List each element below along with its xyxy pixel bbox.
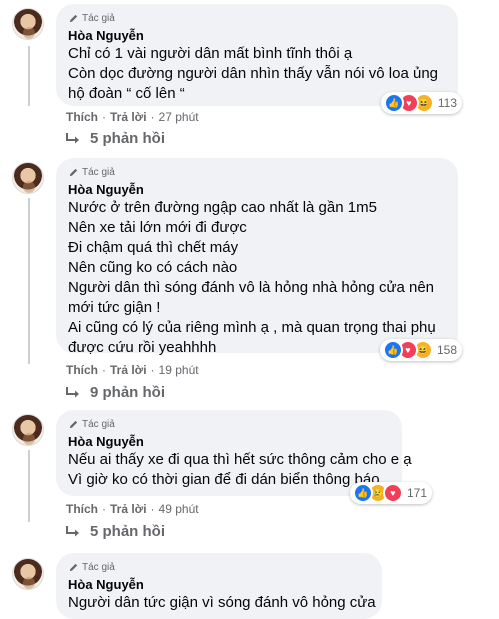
author-badge: Tác giả — [68, 12, 446, 25]
separator-dot: · — [150, 110, 155, 124]
comment-text-line: mới tức giận ! — [68, 299, 161, 316]
comment-actions: Thích · Trả lời · 19 phút — [66, 363, 199, 377]
separator-dot: · — [102, 363, 106, 377]
comment-bubble: Tác giả Hòa Nguyễn Người dân tức giận vì… — [56, 553, 382, 619]
avatar[interactable] — [12, 162, 44, 194]
thread-line — [28, 198, 30, 364]
author-badge: Tác giả — [68, 561, 370, 574]
author-name[interactable]: Hòa Nguyễn — [68, 182, 446, 198]
comment-bubble: Tác giả Hòa Nguyễn Nếu ai thấy xe đi qua… — [56, 410, 432, 504]
reply-arrow-icon — [66, 525, 79, 536]
reply-arrow-icon — [66, 132, 79, 143]
view-replies-button[interactable]: 5 phản hồi — [65, 523, 165, 540]
reaction-summary[interactable]: 👍 ♥ 😆 158 — [379, 339, 462, 361]
like-icon: 👍 — [383, 93, 404, 113]
pen-icon — [69, 168, 78, 177]
thread-line — [28, 46, 30, 106]
like-button[interactable]: Thích — [66, 110, 98, 124]
avatar[interactable] — [12, 8, 44, 40]
reply-button[interactable]: Trả lời — [110, 110, 147, 124]
author-name[interactable]: Hòa Nguyễn — [68, 28, 446, 44]
avatar[interactable] — [12, 558, 44, 590]
love-icon: ♥ — [382, 483, 403, 503]
separator-dot: · — [150, 363, 155, 377]
comment-text-line: Người dân thì sóng đánh vô là hỏng nhà h… — [68, 279, 435, 296]
reaction-summary[interactable]: 👍 ♥ 😆 113 — [380, 92, 462, 114]
comment-text-line: Người dân tức giận vì sóng đánh vô hỏng … — [68, 594, 376, 611]
like-icon: 👍 — [382, 340, 403, 360]
timestamp[interactable]: 27 phút — [159, 110, 199, 124]
view-replies-button[interactable]: 9 phản hồi — [65, 384, 165, 401]
reaction-count: 158 — [436, 343, 457, 357]
view-replies-button[interactable]: 5 phản hồi — [65, 130, 165, 147]
comment-text-line: Ai cũng có lý của riêng mình ạ , mà quan… — [68, 319, 436, 336]
separator-dot: · — [102, 110, 106, 124]
reply-arrow-icon — [66, 386, 79, 397]
pen-icon — [69, 14, 78, 23]
reply-button[interactable]: Trả lời — [110, 502, 147, 516]
replies-count-label: 9 phản hồi — [90, 384, 165, 401]
comment-text-line: Chỉ có 1 vài người dân mất bình tĩnh thô… — [68, 45, 353, 62]
like-button[interactable]: Thích — [66, 363, 98, 377]
timestamp[interactable]: 19 phút — [159, 363, 199, 377]
comment-actions: Thích · Trả lời · 49 phút — [66, 502, 199, 516]
pen-icon — [69, 563, 78, 572]
replies-count-label: 5 phản hồi — [90, 523, 165, 540]
author-badge: Tác giả — [68, 418, 390, 431]
separator-dot: · — [102, 502, 106, 516]
comment-text-line: Đi chậm quá thì chết máy — [68, 239, 239, 256]
like-icon: 👍 — [352, 483, 373, 503]
replies-count-label: 5 phản hồi — [90, 130, 165, 147]
reply-button[interactable]: Trả lời — [110, 363, 147, 377]
comment-text-line: Còn dọc đường người dân nhìn thấy vẫn nó… — [68, 65, 439, 82]
comment-bubble: Tác giả Hòa Nguyễn Chỉ có 1 vài người dâ… — [56, 4, 462, 114]
comment-text-line: Nên xe tải lớn mới đi được — [68, 219, 247, 236]
like-button[interactable]: Thích — [66, 502, 98, 516]
comment-bubble: Tác giả Hòa Nguyễn Nước ở trên đường ngậ… — [56, 158, 462, 361]
author-badge-label: Tác giả — [82, 562, 115, 573]
comment-text-line: Nước ở trên đường ngập cao nhất là gần 1… — [68, 199, 377, 216]
thread-line — [28, 450, 30, 522]
reaction-summary[interactable]: 👍 😢 ♥ 171 — [349, 482, 432, 504]
comment-text-line: Nên cũng ko có cách nào — [68, 259, 238, 276]
author-badge-label: Tác giả — [82, 167, 115, 178]
author-badge: Tác giả — [68, 166, 446, 179]
author-badge-label: Tác giả — [82, 13, 115, 24]
timestamp[interactable]: 49 phút — [159, 502, 199, 516]
reaction-count: 113 — [437, 96, 457, 110]
author-badge-label: Tác giả — [82, 419, 115, 430]
author-name[interactable]: Hòa Nguyễn — [68, 577, 370, 593]
pen-icon — [69, 420, 78, 429]
comment-text-line: Vì giờ ko có thời gian để đi dán biển th… — [68, 471, 380, 488]
comment-actions: Thích · Trả lời · 27 phút — [66, 110, 199, 124]
comment-text-line: Nếu ai thấy xe đi qua thì hết sức thông … — [68, 451, 412, 468]
reaction-count: 171 — [406, 486, 427, 500]
avatar[interactable] — [12, 414, 44, 446]
separator-dot: · — [150, 502, 155, 516]
author-name[interactable]: Hòa Nguyễn — [68, 434, 390, 450]
